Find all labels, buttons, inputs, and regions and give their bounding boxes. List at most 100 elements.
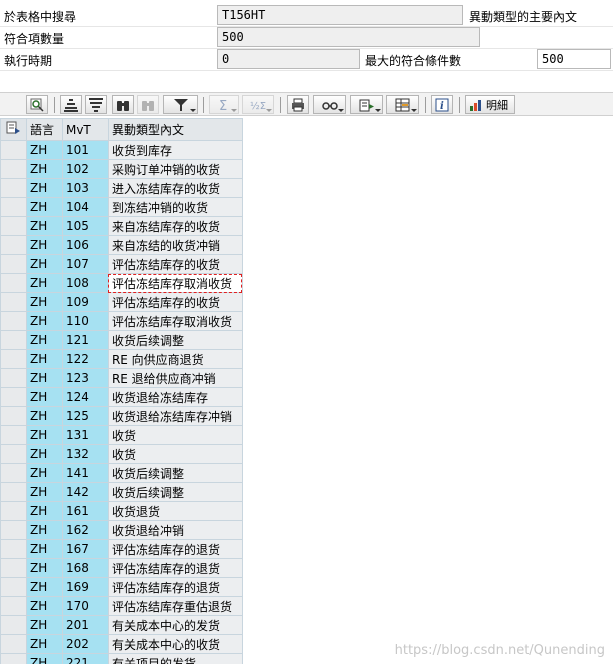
sort-ascending-button[interactable] (60, 95, 82, 114)
cell-language[interactable]: ZH (25, 311, 63, 331)
table-row[interactable]: ZH 132 收货 (0, 444, 613, 464)
select-all-button[interactable] (0, 118, 27, 141)
print-button[interactable] (287, 95, 309, 114)
cell-mvt[interactable]: 169 (61, 577, 109, 597)
row-selector[interactable] (0, 653, 27, 664)
row-selector[interactable] (0, 311, 27, 331)
find-next-button[interactable] (137, 95, 159, 114)
cell-text[interactable]: 收货后续调整 (107, 330, 243, 350)
column-header-language[interactable]: 語言 (25, 118, 63, 141)
table-name-field[interactable]: T156HT (217, 5, 463, 25)
table-row[interactable]: ZH 108 评估冻结库存取消收货 (0, 273, 613, 293)
cell-mvt[interactable]: 104 (61, 197, 109, 217)
cell-text[interactable]: 评估冻结库存取消收货 (107, 311, 243, 331)
table-row[interactable]: ZH 167 评估冻结库存的退货 (0, 539, 613, 559)
table-row[interactable]: ZH 110 评估冻结库存取消收货 (0, 311, 613, 331)
cell-language[interactable]: ZH (25, 615, 63, 635)
row-selector[interactable] (0, 273, 27, 293)
cell-mvt[interactable]: 109 (61, 292, 109, 312)
cell-language[interactable]: ZH (25, 216, 63, 236)
cell-language[interactable]: ZH (25, 501, 63, 521)
cell-text[interactable]: 有关成本中心的收货 (107, 634, 243, 654)
cell-text[interactable]: 收货退给冲销 (107, 520, 243, 540)
cell-language[interactable]: ZH (25, 482, 63, 502)
row-selector[interactable] (0, 558, 27, 578)
layout-button[interactable] (386, 95, 419, 114)
cell-language[interactable]: ZH (25, 273, 63, 293)
cell-language[interactable]: ZH (25, 558, 63, 578)
cell-mvt[interactable]: 125 (61, 406, 109, 426)
row-selector[interactable] (0, 254, 27, 274)
hit-count-field[interactable]: 500 (217, 27, 480, 47)
cell-language[interactable]: ZH (25, 368, 63, 388)
table-row[interactable]: ZH 109 评估冻结库存的收货 (0, 292, 613, 312)
cell-text[interactable]: 来自冻结库存的收货 (107, 216, 243, 236)
row-selector[interactable] (0, 159, 27, 179)
table-row[interactable]: ZH 103 进入冻结库存的收货 (0, 178, 613, 198)
runtime-field[interactable]: 0 (217, 49, 360, 69)
table-row[interactable]: ZH 107 评估冻结库存的收货 (0, 254, 613, 274)
cell-text[interactable]: 收货退货 (107, 501, 243, 521)
table-row[interactable]: ZH 141 收货后续调整 (0, 463, 613, 483)
row-selector[interactable] (0, 178, 27, 198)
table-row[interactable]: ZH 201 有关成本中心的发货 (0, 615, 613, 635)
cell-mvt[interactable]: 102 (61, 159, 109, 179)
max-hits-field[interactable]: 500 (537, 49, 611, 69)
row-selector[interactable] (0, 577, 27, 597)
row-selector[interactable] (0, 349, 27, 369)
cell-text[interactable]: RE 向供应商退货 (107, 349, 243, 369)
cell-text[interactable]: 评估冻结库存的退货 (107, 577, 243, 597)
row-selector[interactable] (0, 330, 27, 350)
row-selector[interactable] (0, 634, 27, 654)
cell-mvt[interactable]: 141 (61, 463, 109, 483)
cell-mvt[interactable]: 105 (61, 216, 109, 236)
export-button[interactable] (350, 95, 383, 114)
cell-text[interactable]: 收货到库存 (107, 140, 243, 160)
cell-text[interactable]: 有关项目的发货 (107, 653, 243, 664)
table-row[interactable]: ZH 162 收货退给冲销 (0, 520, 613, 540)
cell-text[interactable]: 收货后续调整 (107, 482, 243, 502)
cell-mvt[interactable]: 170 (61, 596, 109, 616)
cell-mvt[interactable]: 110 (61, 311, 109, 331)
cell-mvt[interactable]: 103 (61, 178, 109, 198)
row-selector[interactable] (0, 482, 27, 502)
cell-mvt[interactable]: 107 (61, 254, 109, 274)
row-selector[interactable] (0, 387, 27, 407)
cell-text[interactable]: 到冻结冲销的收货 (107, 197, 243, 217)
cell-language[interactable]: ZH (25, 406, 63, 426)
sort-descending-button[interactable] (85, 95, 107, 114)
cell-mvt[interactable]: 162 (61, 520, 109, 540)
views-button[interactable] (313, 95, 346, 114)
cell-language[interactable]: ZH (25, 577, 63, 597)
row-selector[interactable] (0, 425, 27, 445)
cell-language[interactable]: ZH (25, 634, 63, 654)
cell-language[interactable]: ZH (25, 235, 63, 255)
cell-text[interactable]: 来自冻结的收货冲销 (107, 235, 243, 255)
table-row[interactable]: ZH 123 RE 退给供应商冲销 (0, 368, 613, 388)
cell-language[interactable]: ZH (25, 387, 63, 407)
cell-mvt[interactable]: 132 (61, 444, 109, 464)
table-row[interactable]: ZH 102 采购订单冲销的收货 (0, 159, 613, 179)
cell-text[interactable]: RE 退给供应商冲销 (107, 368, 243, 388)
cell-mvt[interactable]: 221 (61, 653, 109, 664)
table-row[interactable]: ZH 104 到冻结冲销的收货 (0, 197, 613, 217)
cell-mvt[interactable]: 202 (61, 634, 109, 654)
find-button[interactable] (112, 95, 134, 114)
cell-language[interactable]: ZH (25, 178, 63, 198)
cell-text[interactable]: 评估冻结库存的收货 (107, 292, 243, 312)
cell-mvt[interactable]: 101 (61, 140, 109, 160)
row-selector[interactable] (0, 444, 27, 464)
cell-text[interactable]: 收货退给冻结库存 (107, 387, 243, 407)
table-row[interactable]: ZH 101 收货到库存 (0, 140, 613, 160)
cell-text[interactable]: 收货 (107, 444, 243, 464)
table-row[interactable]: ZH 122 RE 向供应商退货 (0, 349, 613, 369)
cell-mvt[interactable]: 168 (61, 558, 109, 578)
table-row[interactable]: ZH 124 收货退给冻结库存 (0, 387, 613, 407)
cell-text[interactable]: 进入冻结库存的收货 (107, 178, 243, 198)
table-row[interactable]: ZH 105 来自冻结库存的收货 (0, 216, 613, 236)
cell-mvt[interactable]: 121 (61, 330, 109, 350)
table-row[interactable]: ZH 131 收货 (0, 425, 613, 445)
check-entry-button[interactable] (26, 95, 48, 114)
cell-text[interactable]: 评估冻结库存取消收货 (107, 273, 243, 293)
cell-language[interactable]: ZH (25, 159, 63, 179)
